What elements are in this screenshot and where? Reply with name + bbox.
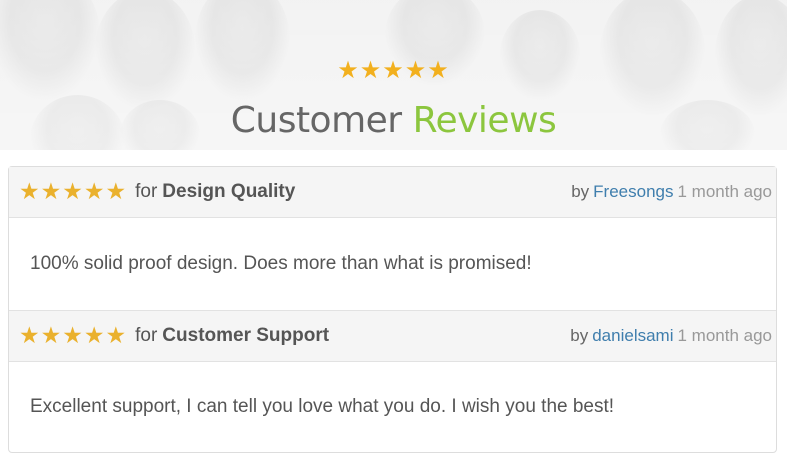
review-author-link[interactable]: danielsami (592, 326, 673, 345)
section-title: Customer Reviews (0, 100, 787, 141)
review-timestamp: 1 month ago (677, 326, 772, 345)
review-text: Excellent support, I can tell you love w… (30, 396, 615, 417)
review-item: ★★★★★ for Design Quality by Freesongs 1 mon… (9, 167, 776, 310)
title-plain: Customer (230, 100, 402, 141)
hero-rating-stars: ★★★★★ (337, 56, 450, 84)
review-author-link[interactable]: Freesongs (593, 182, 673, 201)
review-item: ★★★★★ for Customer Support by danielsami 1 … (9, 310, 776, 452)
by-label: by (571, 182, 590, 201)
review-header: ★★★★★ for Customer Support by danielsami 1 … (9, 310, 776, 362)
review-timestamp: 1 month ago (677, 182, 772, 201)
review-category: Design Quality (162, 181, 296, 202)
title-accent: Reviews (412, 100, 557, 141)
for-label: for (135, 325, 158, 346)
rating-stars-icon: ★★★★★ (19, 323, 128, 349)
rating-stars-icon: ★★★★★ (19, 179, 128, 205)
reviews-list: ★★★★★ for Design Quality by Freesongs 1 mon… (8, 166, 777, 453)
review-header: ★★★★★ for Design Quality by Freesongs 1 mon… (9, 167, 776, 218)
review-category: Customer Support (162, 325, 330, 346)
for-label: for (135, 181, 158, 202)
by-label: by (570, 326, 589, 345)
review-text: 100% solid proof design. Does more than … (30, 253, 532, 274)
hero-banner: ★★★★★ Customer Reviews (0, 0, 787, 150)
